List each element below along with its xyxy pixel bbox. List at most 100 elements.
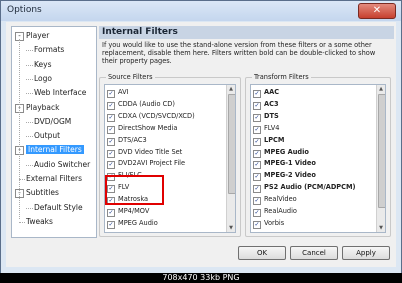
tree-item[interactable]: Keys bbox=[34, 59, 52, 70]
tree-item[interactable]: Subtitles bbox=[26, 187, 59, 198]
checkbox[interactable]: ✓ bbox=[253, 161, 261, 170]
tree-item[interactable]: External Filters bbox=[26, 173, 82, 184]
source-filters-scrollbar[interactable]: ▲ ▼ bbox=[226, 85, 235, 232]
checkbox[interactable]: ✓ bbox=[107, 137, 115, 146]
checkbox[interactable]: ✓ bbox=[107, 220, 115, 229]
checkbox[interactable]: ✓ bbox=[107, 113, 115, 122]
checkbox[interactable]: ✓ bbox=[253, 101, 261, 110]
tree-item[interactable]: Tweaks bbox=[26, 216, 53, 227]
tree-connector bbox=[26, 50, 33, 52]
filter-list-item[interactable]: ✓ MP4/MOV bbox=[107, 206, 149, 217]
filter-label: LPCM bbox=[264, 135, 285, 144]
filter-list-item[interactable]: ✓ MPEG Audio bbox=[253, 147, 309, 158]
tree-item[interactable]: Output bbox=[34, 130, 60, 141]
filter-list-item[interactable]: ✓ DirectShow Media bbox=[107, 123, 177, 134]
checkbox[interactable]: ✓ bbox=[253, 197, 261, 206]
checkbox[interactable]: ✓ bbox=[107, 125, 115, 134]
tree-item-label: Subtitles bbox=[26, 188, 59, 198]
scroll-down-icon[interactable]: ▼ bbox=[227, 224, 235, 232]
filter-list-item[interactable]: ✓ AAC bbox=[253, 87, 279, 98]
filter-list-item[interactable]: ✓ Vorbis bbox=[253, 218, 284, 229]
checkbox[interactable]: ✓ bbox=[107, 101, 115, 110]
window-title: Options bbox=[7, 5, 42, 15]
transform-filters-scrollbar[interactable]: ▲ ▼ bbox=[376, 85, 385, 232]
tree-item[interactable]: Logo bbox=[34, 73, 52, 84]
filter-label: PS2 Audio (PCM/ADPCM) bbox=[264, 183, 356, 192]
filter-label: MP4/MOV bbox=[118, 207, 150, 215]
title-bar[interactable]: Options ✕ bbox=[1, 1, 401, 21]
checkbox[interactable]: ✓ bbox=[253, 113, 261, 122]
filter-list-item[interactable]: ✓ LPCM bbox=[253, 135, 284, 146]
checkbox[interactable]: ✓ bbox=[253, 209, 261, 217]
filter-list-item[interactable]: ✓ MPEG Audio bbox=[107, 218, 158, 229]
tree-connector bbox=[19, 39, 20, 219]
checkbox[interactable]: ✓ bbox=[253, 220, 261, 229]
filter-list-item[interactable]: ✓ DTS bbox=[253, 111, 279, 122]
filter-label: CDXA (VCD/SVCD/XCD) bbox=[118, 111, 195, 120]
tree-item-label: Audio Switcher bbox=[34, 159, 91, 169]
transform-filters-list[interactable]: ▲ ▼ ✓ AAC ✓ AC3 ✓ DTS ✓ FLV4 ✓ LPCM ✓ MPEG Audio ✓ MP… bbox=[250, 84, 386, 233]
scroll-down-icon[interactable]: ▼ bbox=[377, 224, 385, 232]
apply-button[interactable]: Apply bbox=[342, 246, 390, 260]
filter-list-item[interactable]: ✓ RealVideo bbox=[253, 194, 297, 206]
filter-list-item[interactable]: ✓ DVD Video Title Set bbox=[107, 147, 182, 158]
filter-label: RealAudio bbox=[264, 207, 297, 215]
tree-item[interactable]: Web Interface bbox=[34, 87, 86, 98]
filter-label: Vorbis bbox=[264, 218, 285, 227]
tree-item[interactable]: Internal Filters bbox=[26, 144, 84, 155]
tree-item-label: External Filters bbox=[26, 174, 82, 183]
tree-item-label: Logo bbox=[34, 73, 52, 83]
filter-list-item[interactable]: ✓ DVD2AVI Project File bbox=[107, 158, 186, 170]
tree-connector bbox=[19, 221, 25, 223]
filter-label: AVI bbox=[118, 88, 129, 96]
filter-list-item[interactable]: ✓ MPEG-1 Video bbox=[253, 158, 316, 170]
tree-item[interactable]: Player bbox=[26, 30, 49, 41]
options-tree[interactable]: Player - Formats Keys Logo Web Interface Playb… bbox=[11, 26, 97, 238]
filter-list-item[interactable]: ✓ CDXA (VCD/SVCD/XCD) bbox=[107, 111, 195, 122]
cancel-button[interactable]: Cancel bbox=[290, 246, 338, 260]
tree-item[interactable]: DVD/OGM bbox=[34, 116, 71, 127]
filter-label: DVD2AVI Project File bbox=[118, 159, 186, 168]
filter-list-item[interactable]: ✓ MPEG-2 Video bbox=[253, 170, 316, 182]
scroll-up-icon[interactable]: ▲ bbox=[227, 85, 235, 93]
transform-filters-group: Transform Filters ▲ ▼ ✓ AAC ✓ AC3 ✓ DTS ✓ FLV4 ✓… bbox=[245, 73, 391, 237]
filter-list-item[interactable]: ✓ CDDA (Audio CD) bbox=[107, 99, 175, 110]
tree-item-label: Output bbox=[34, 131, 61, 141]
image-caption: 708x470 33kb PNG bbox=[0, 273, 402, 283]
transform-filters-label: Transform Filters bbox=[252, 73, 311, 81]
tree-item[interactable]: Audio Switcher bbox=[34, 159, 90, 170]
checkbox[interactable]: ✓ bbox=[253, 185, 261, 194]
filter-list-item[interactable]: ✓ RealAudio bbox=[253, 206, 297, 217]
checkbox[interactable]: ✓ bbox=[107, 209, 115, 217]
checkbox[interactable]: ✓ bbox=[253, 173, 261, 182]
filter-list-item[interactable]: ✓ AVI bbox=[107, 87, 129, 98]
tree-item-label: Tweaks bbox=[26, 216, 53, 226]
source-filters-list[interactable]: ▲ ▼ ✓ AVI ✓ CDDA (Audio CD) ✓ CDXA (VCD/SVCD/… bbox=[104, 84, 236, 233]
tree-item[interactable]: Playback bbox=[26, 102, 59, 113]
scroll-thumb[interactable] bbox=[378, 94, 385, 208]
checkbox[interactable]: ✓ bbox=[253, 125, 261, 134]
checkbox[interactable]: ✓ bbox=[107, 90, 115, 98]
filter-label: FLV4 bbox=[264, 123, 280, 132]
filter-list-item[interactable]: ✓ DTS/AC3 bbox=[107, 135, 147, 146]
tree-connector bbox=[26, 93, 33, 95]
filter-list-item[interactable]: ✓ FLV4 bbox=[253, 123, 279, 134]
checkbox[interactable]: ✓ bbox=[107, 149, 115, 158]
checkbox[interactable]: ✓ bbox=[253, 90, 261, 98]
tree-item-label: Keys bbox=[34, 59, 52, 69]
tree-item[interactable]: Formats bbox=[34, 44, 64, 55]
checkbox[interactable]: ✓ bbox=[107, 161, 115, 170]
scroll-up-icon[interactable]: ▲ bbox=[377, 85, 385, 93]
filter-label: MPEG Audio bbox=[264, 147, 309, 156]
close-button[interactable]: ✕ bbox=[358, 3, 396, 19]
tree-item[interactable]: Default Style bbox=[34, 202, 83, 213]
tree-connector bbox=[26, 136, 33, 138]
tree-connector bbox=[26, 64, 33, 66]
scroll-thumb[interactable] bbox=[228, 94, 235, 194]
filter-list-item[interactable]: ✓ PS2 Audio (PCM/ADPCM) bbox=[253, 182, 356, 194]
checkbox[interactable]: ✓ bbox=[253, 137, 261, 146]
ok-button[interactable]: OK bbox=[238, 246, 286, 260]
checkbox[interactable]: ✓ bbox=[253, 149, 261, 158]
options-window: Options ✕ Player - Formats Keys Logo Web Inte… bbox=[0, 0, 402, 274]
filter-list-item[interactable]: ✓ AC3 bbox=[253, 99, 279, 110]
